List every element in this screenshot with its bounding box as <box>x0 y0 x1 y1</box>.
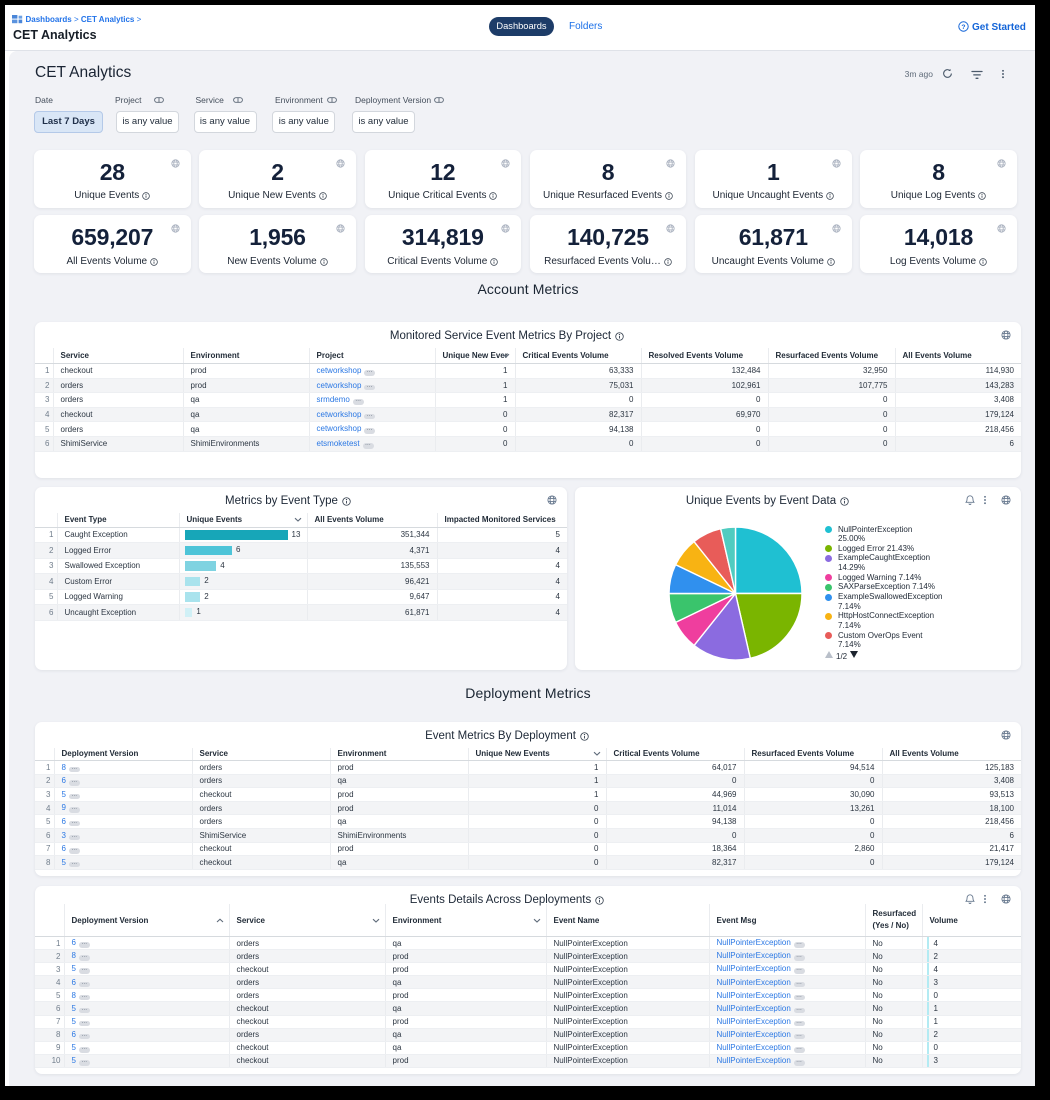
svg-text:?: ? <box>961 24 965 31</box>
